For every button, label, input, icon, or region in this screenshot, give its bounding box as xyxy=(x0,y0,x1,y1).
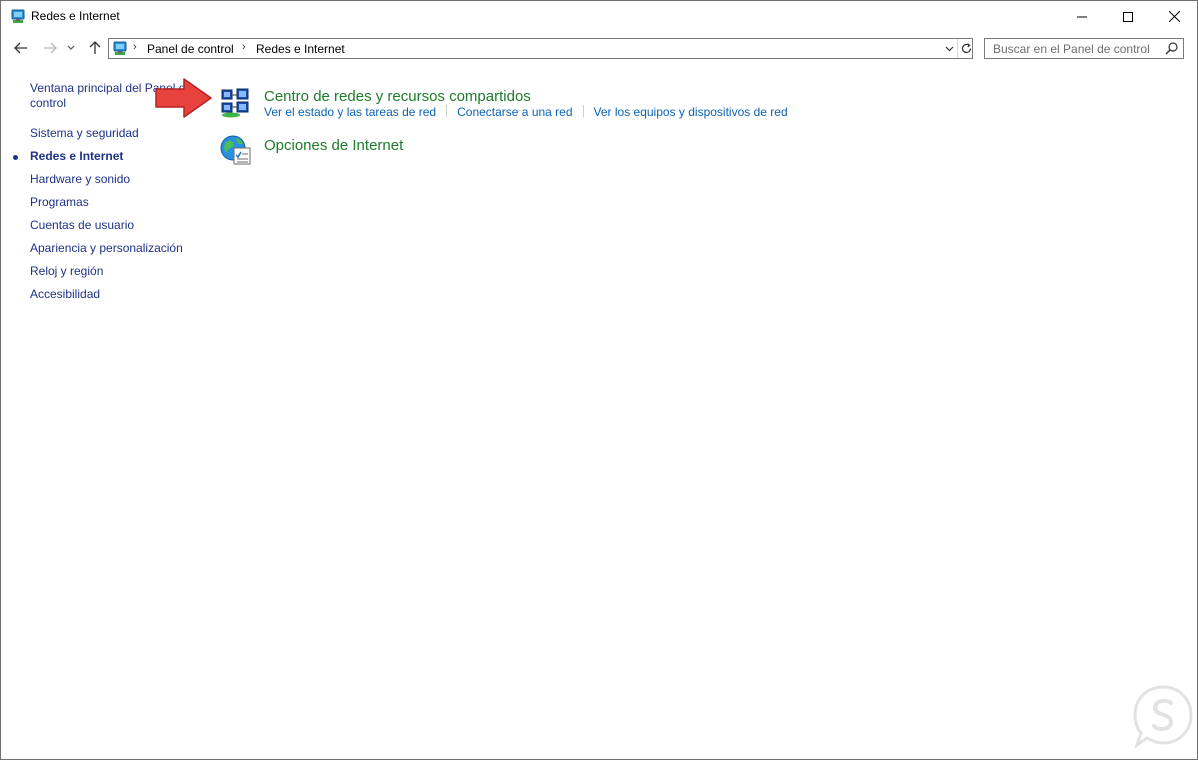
control-panel-network-icon xyxy=(113,41,127,55)
search-input[interactable] xyxy=(985,39,1169,58)
address-bar[interactable]: › Panel de control › Redes e Internet xyxy=(108,38,973,59)
left-navigation-pane: Ventana principal del Panel de control S… xyxy=(1,64,206,664)
current-page-bullet-icon xyxy=(13,155,18,160)
close-icon xyxy=(1168,11,1180,22)
navigation-bar: › Panel de control › Redes e Internet xyxy=(1,32,1197,64)
control-panel-network-icon xyxy=(11,9,25,23)
network-sharing-center-link[interactable]: Centro de redes y recursos compartidos xyxy=(264,88,531,105)
sidebar-item-appearance[interactable]: Apariencia y personalización xyxy=(30,241,183,256)
annotation-arrow-icon xyxy=(155,78,212,118)
connect-to-network-link[interactable]: Conectarse a una red xyxy=(457,105,572,119)
refresh-icon xyxy=(961,43,971,54)
sidebar-item-user-accounts[interactable]: Cuentas de usuario xyxy=(30,218,134,233)
internet-options-icon[interactable] xyxy=(219,133,253,167)
title-bar[interactable]: Redes e Internet xyxy=(1,1,1197,32)
view-network-devices-link[interactable]: Ver los equipos y dispositivos de red xyxy=(594,105,788,119)
sidebar-item-accessibility[interactable]: Accesibilidad xyxy=(30,287,100,302)
window-title: Redes e Internet xyxy=(31,9,120,23)
sidebar-item-programs[interactable]: Programas xyxy=(30,195,89,210)
arrow-left-icon xyxy=(14,42,27,54)
search-icon[interactable] xyxy=(1165,41,1179,55)
sidebar-item-network-internet[interactable]: Redes e Internet xyxy=(30,149,123,164)
arrow-up-icon xyxy=(89,41,101,54)
up-button[interactable] xyxy=(85,38,105,58)
sidebar-item-system-security[interactable]: Sistema y seguridad xyxy=(30,126,139,141)
network-sharing-center-icon[interactable] xyxy=(219,85,253,119)
link-separator xyxy=(582,105,584,117)
maximize-icon xyxy=(1123,11,1133,22)
breadcrumb-panel-de-control[interactable]: Panel de control xyxy=(147,42,234,56)
address-history-button[interactable] xyxy=(940,39,958,58)
breadcrumb-separator-icon[interactable]: › xyxy=(242,41,246,53)
network-task-links: Ver el estado y las tareas de red Conecta… xyxy=(264,105,788,119)
link-separator xyxy=(446,105,448,117)
maximize-button[interactable] xyxy=(1105,1,1151,32)
internet-options-link[interactable]: Opciones de Internet xyxy=(264,137,403,154)
back-button[interactable] xyxy=(11,38,31,58)
watermark-logo-icon xyxy=(1133,685,1193,749)
view-network-status-link[interactable]: Ver el estado y las tareas de red xyxy=(264,105,436,119)
forward-button[interactable] xyxy=(40,38,60,58)
refresh-button[interactable] xyxy=(957,39,974,58)
chevron-down-icon xyxy=(67,45,75,50)
breadcrumb-separator-icon[interactable]: › xyxy=(133,41,137,53)
chevron-down-icon xyxy=(945,46,953,51)
control-panel-window: Redes e Internet › Panel de control › Re… xyxy=(0,0,1198,760)
search-box[interactable] xyxy=(984,38,1184,59)
close-button[interactable] xyxy=(1151,1,1197,32)
minimize-icon xyxy=(1077,16,1087,17)
sidebar-item-hardware-sound[interactable]: Hardware y sonido xyxy=(30,172,130,187)
sidebar-item-clock-region[interactable]: Reloj y región xyxy=(30,264,103,279)
recent-locations-button[interactable] xyxy=(64,38,78,58)
arrow-right-icon xyxy=(44,42,57,54)
minimize-button[interactable] xyxy=(1059,1,1105,32)
breadcrumb-redes-e-internet[interactable]: Redes e Internet xyxy=(256,42,345,56)
